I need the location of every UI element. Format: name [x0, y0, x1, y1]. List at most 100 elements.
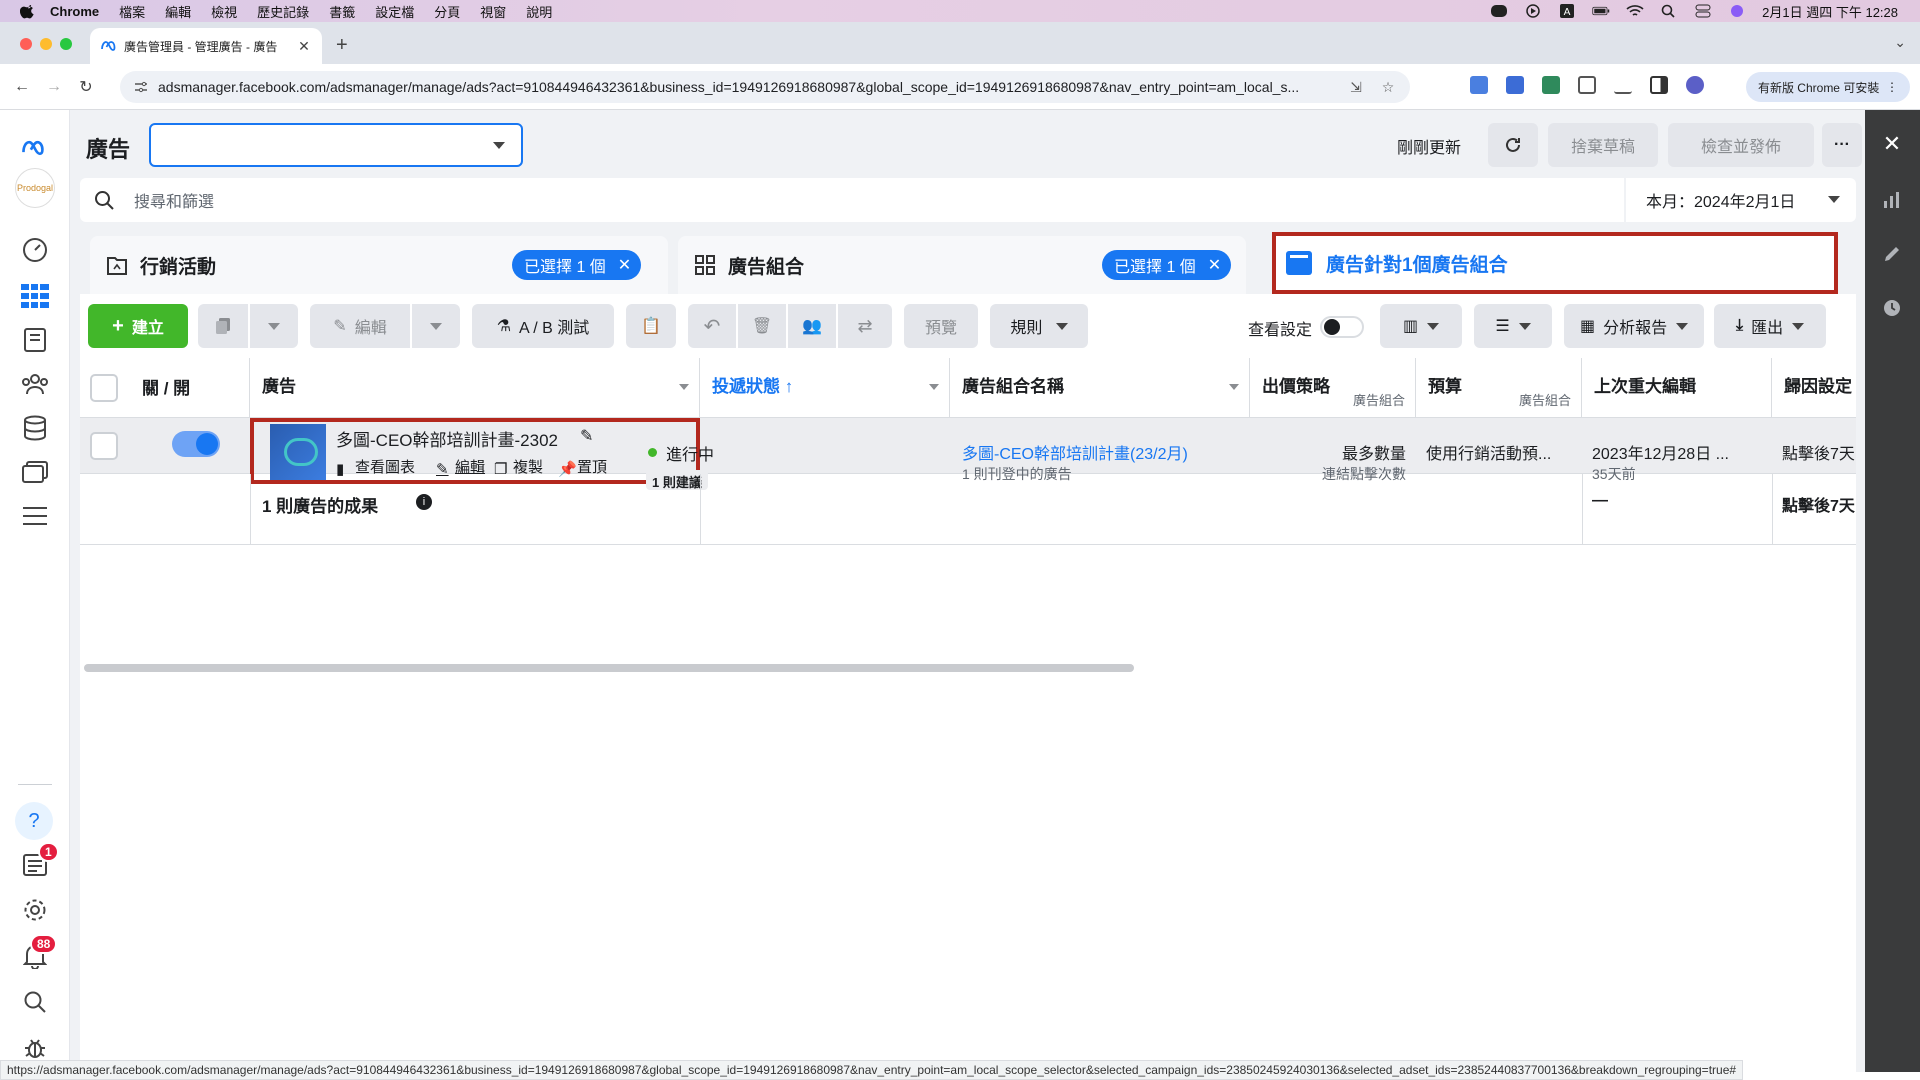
preview-button[interactable]: 預覽 — [904, 304, 978, 348]
tab-adsets[interactable]: 廣告組合 已選擇 1 個 ✕ — [678, 236, 1246, 294]
reports-button[interactable]: ▦ 分析報告 — [1564, 304, 1704, 348]
apple-logo-icon[interactable] — [20, 3, 36, 19]
forward-arrow-icon[interactable]: → — [44, 77, 64, 97]
dashboard-gauge-icon[interactable] — [21, 236, 49, 264]
bookmark-star-icon[interactable]: ☆ — [1378, 79, 1398, 96]
column-header-budget[interactable]: 預算 廣告組合 — [1416, 358, 1582, 418]
columns-button[interactable]: ▥ — [1380, 304, 1462, 348]
wifi-icon[interactable] — [1626, 4, 1644, 18]
settings-gear-icon[interactable] — [21, 896, 49, 924]
menu-window[interactable]: 視窗 — [480, 2, 506, 21]
window-minimize-button[interactable] — [40, 38, 52, 50]
translate-extension-icon[interactable] — [1506, 76, 1524, 94]
column-header-delivery[interactable]: 投遞狀態 ↑ — [700, 358, 950, 418]
refresh-button[interactable] — [1488, 123, 1538, 167]
menu-tab[interactable]: 分頁 — [434, 2, 460, 21]
column-header-onoff[interactable]: 關 / 開 — [80, 358, 250, 418]
export-button[interactable]: ⤓ 匯出 — [1714, 304, 1826, 348]
tab-ads[interactable]: 廣告針對1個廣告組合 — [1272, 232, 1838, 294]
siri-icon[interactable] — [1728, 4, 1746, 18]
media-library-icon[interactable] — [21, 458, 49, 486]
tab-close-icon[interactable]: ✕ — [296, 38, 312, 55]
reports-book-icon[interactable] — [21, 326, 49, 354]
discard-draft-button[interactable]: 捨棄草稿 — [1548, 123, 1658, 167]
column-header-ad[interactable]: 廣告 — [250, 358, 700, 418]
bug-report-icon[interactable] — [21, 1034, 49, 1062]
line-app-icon[interactable] — [1490, 4, 1508, 18]
breakdown-button[interactable]: ☰ — [1474, 304, 1552, 348]
billing-database-icon[interactable] — [21, 414, 49, 442]
battery-icon[interactable] — [1592, 4, 1610, 18]
extension-1-icon[interactable] — [1470, 76, 1488, 94]
duplicate-button[interactable] — [198, 304, 248, 348]
window-close-button[interactable] — [20, 38, 32, 50]
extensions-puzzle-icon[interactable] — [1578, 76, 1596, 94]
ad-on-off-toggle[interactable] — [172, 431, 220, 457]
tab-search-chevron-icon[interactable]: ⌄ — [1894, 34, 1906, 51]
delete-button[interactable]: 🗑 — [738, 304, 786, 348]
ab-test-button[interactable]: ⚗ A / B 測試 — [472, 304, 614, 348]
more-options-button[interactable]: ··· — [1822, 123, 1862, 167]
search-icon[interactable] — [21, 988, 49, 1016]
column-header-adset-name[interactable]: 廣告組合名稱 — [950, 358, 1250, 418]
search-filter-input[interactable]: 搜尋和篩選 — [80, 178, 1624, 222]
select-all-checkbox[interactable] — [90, 374, 118, 402]
row-select-checkbox[interactable] — [90, 432, 118, 460]
menu-file[interactable]: 檔案 — [119, 2, 145, 21]
clear-selection-icon[interactable]: ✕ — [1208, 255, 1221, 275]
all-tools-menu-icon[interactable] — [21, 502, 49, 530]
adset-name-link[interactable]: 多圖-CEO幹部培訓計畫(23/2月) — [962, 440, 1188, 464]
duplicate-dropdown-button[interactable] — [250, 304, 298, 348]
play-icon[interactable] — [1524, 4, 1542, 18]
history-clock-icon[interactable] — [1882, 298, 1902, 318]
help-question-icon[interactable]: ? — [15, 802, 53, 840]
chevron-down-icon[interactable] — [929, 384, 939, 390]
address-bar[interactable]: adsmanager.facebook.com/adsmanager/manag… — [120, 71, 1410, 103]
horizontal-scrollbar[interactable] — [84, 664, 1134, 672]
menubar-datetime[interactable]: 2月1日 週四 下午 12:28 — [1762, 2, 1898, 21]
extension-3-icon[interactable] — [1542, 76, 1560, 94]
menu-profiles[interactable]: 設定檔 — [375, 2, 414, 21]
menu-app-name[interactable]: Chrome — [50, 4, 99, 19]
menu-view[interactable]: 檢視 — [211, 2, 237, 21]
date-range-picker[interactable]: 本月：2024年2月1日 — [1626, 178, 1856, 222]
audiences-people-icon[interactable] — [21, 370, 49, 398]
browser-tab-active[interactable]: 廣告管理員 - 管理廣告 - 廣告 ✕ — [90, 28, 322, 64]
close-panel-icon[interactable]: ✕ — [1882, 131, 1902, 156]
menu-bookmarks[interactable]: 書籤 — [329, 2, 355, 21]
profile-avatar[interactable] — [1686, 76, 1704, 94]
performance-chart-icon[interactable] — [1882, 190, 1902, 210]
menu-history[interactable]: 歷史記錄 — [257, 2, 309, 21]
clipboard-button[interactable]: 📋 — [626, 304, 676, 348]
column-header-last-edit[interactable]: 上次重大編輯 — [1582, 358, 1772, 418]
edit-dropdown-button[interactable] — [412, 304, 460, 348]
undo-button[interactable]: ↶ — [688, 304, 736, 348]
column-header-bid-strategy[interactable]: 出價策略 廣告組合 — [1250, 358, 1416, 418]
account-avatar[interactable]: Prodogal — [15, 168, 55, 208]
menu-help[interactable]: 說明 — [526, 2, 552, 21]
recommendation-badge[interactable]: 1 則建議 — [646, 470, 708, 490]
back-arrow-icon[interactable]: ← — [12, 77, 32, 97]
info-icon[interactable]: i — [416, 494, 432, 510]
campaigns-selected-pill[interactable]: 已選擇 1 個 ✕ — [512, 250, 642, 280]
edit-pencil-icon[interactable] — [1882, 244, 1902, 264]
rules-button[interactable]: 規則 — [990, 304, 1088, 348]
adsets-selected-pill[interactable]: 已選擇 1 個 ✕ — [1102, 250, 1232, 280]
control-center-icon[interactable] — [1694, 4, 1712, 18]
new-tab-icon[interactable]: + — [336, 34, 348, 57]
chrome-update-button[interactable]: 有新版 Chrome 可安裝 ⋮ — [1745, 72, 1910, 102]
meta-logo-icon[interactable] — [21, 134, 49, 162]
compare-button[interactable]: ⇄ — [838, 304, 892, 348]
window-zoom-button[interactable] — [60, 38, 72, 50]
create-button[interactable]: + 建立 — [88, 304, 188, 348]
ads-manager-table-icon[interactable] — [21, 282, 49, 310]
view-settings-toggle[interactable] — [1320, 316, 1364, 338]
spotlight-search-icon[interactable] — [1660, 4, 1678, 18]
site-info-icon[interactable] — [134, 80, 148, 94]
chevron-down-icon[interactable] — [1229, 384, 1239, 390]
account-selector-dropdown[interactable] — [149, 123, 523, 167]
column-header-attribution[interactable]: 歸因設定 — [1772, 358, 1856, 418]
clear-selection-icon[interactable]: ✕ — [618, 255, 631, 275]
edit-button[interactable]: ✎ 編輯 — [310, 304, 410, 348]
tab-campaigns[interactable]: 行銷活動 已選擇 1 個 ✕ — [90, 236, 668, 294]
